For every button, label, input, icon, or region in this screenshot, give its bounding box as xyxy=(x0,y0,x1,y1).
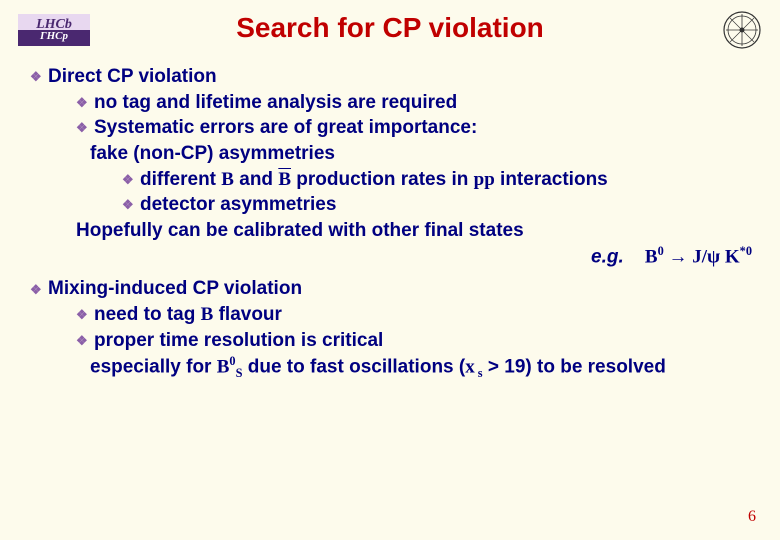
s1-item6: Hopefully can be calibrated with other f… xyxy=(76,218,760,244)
s1-item4: ❖different B and B production rates in p… xyxy=(122,167,760,193)
diamond-bullet-icon: ❖ xyxy=(76,119,88,137)
diamond-bullet-icon: ❖ xyxy=(76,332,88,350)
s1-item5: ❖detector asymmetries xyxy=(122,192,760,218)
diamond-bullet-icon: ❖ xyxy=(30,281,42,299)
s1-item3: fake (non-CP) asymmetries xyxy=(90,141,760,167)
slide-body: ❖Direct CP violation ❖no tag and lifetim… xyxy=(30,64,760,382)
diamond-bullet-icon: ❖ xyxy=(122,196,134,214)
diamond-bullet-icon: ❖ xyxy=(76,94,88,112)
s1-item2: ❖Systematic errors are of great importan… xyxy=(76,115,760,141)
s2-item2: ❖proper time resolution is critical xyxy=(76,328,760,354)
page-number: 6 xyxy=(748,508,756,526)
s1-item1: ❖no tag and lifetime analysis are requir… xyxy=(76,90,760,116)
diamond-bullet-icon: ❖ xyxy=(76,306,88,324)
s2-item3: especially for B0S due to fast oscillati… xyxy=(90,353,760,382)
slide-title: Search for CP violation xyxy=(0,12,780,44)
s2-item1: ❖need to tag B flavour xyxy=(76,302,760,328)
s1-example: e.g. B0 → J/ψ K*0 xyxy=(30,243,760,270)
diamond-bullet-icon: ❖ xyxy=(30,68,42,86)
section2-heading: ❖Mixing-induced CP violation xyxy=(30,276,760,302)
diamond-bullet-icon: ❖ xyxy=(122,171,134,189)
section1-heading: ❖Direct CP violation xyxy=(30,64,760,90)
